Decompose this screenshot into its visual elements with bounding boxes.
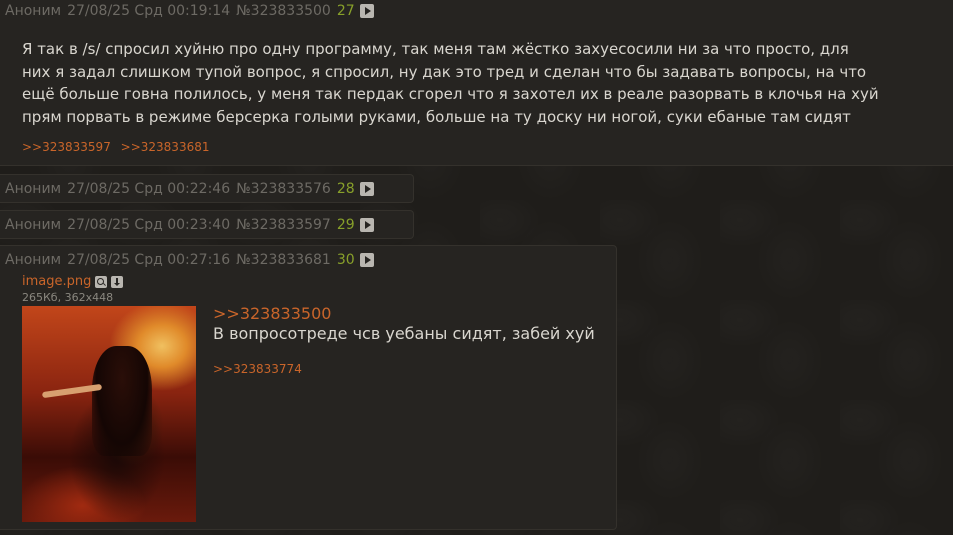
quote-link[interactable]: >>323833500 [213, 304, 331, 323]
download-icon[interactable] [111, 275, 124, 288]
post-message-line: прям порвать в режиме берсерка голыми ру… [22, 107, 851, 126]
file-name-link[interactable]: image.png [22, 274, 91, 289]
reply-link[interactable]: >>323833681 [121, 140, 210, 154]
post-order-number: 28 [336, 181, 355, 197]
post-author: Аноним [5, 181, 62, 197]
post-message-line: них я задал слишком тупой вопрос, я спро… [22, 62, 867, 81]
post-details: Аноним 27/08/25 Срд 00:22:46 №323833576 … [5, 181, 374, 197]
file-meta: 265Кб, 362x448 [22, 291, 114, 304]
post-323833576: Аноним 27/08/25 Срд 00:22:46 №323833576 … [0, 174, 414, 203]
post-date: 27/08/25 Срд 00:23:40 [67, 217, 231, 233]
play-icon[interactable] [359, 218, 374, 232]
image-search-icon[interactable] [95, 275, 108, 288]
post-number-link[interactable]: №323833597 [236, 217, 331, 233]
post-323833597: Аноним 27/08/25 Срд 00:23:40 №323833597 … [0, 210, 414, 239]
post-author: Аноним [5, 252, 62, 268]
post-details: Аноним 27/08/25 Срд 00:23:40 №323833597 … [5, 217, 374, 233]
post-number-link[interactable]: №323833500 [236, 3, 331, 19]
post-message-line: ещё больше говна полилось, у меня так пе… [22, 85, 879, 103]
post-image-thumbnail[interactable] [22, 306, 196, 522]
post-details: Аноним 27/08/25 Срд 00:19:14 №323833500 … [5, 3, 374, 19]
post-date: 27/08/25 Срд 00:27:16 [67, 252, 231, 268]
reply-link[interactable]: >>323833774 [213, 362, 302, 376]
post-date: 27/08/25 Срд 00:22:46 [67, 181, 231, 197]
play-icon[interactable] [359, 4, 374, 18]
post-details: Аноним 27/08/25 Срд 00:27:16 №323833681 … [5, 252, 374, 268]
post-order-number: 29 [336, 217, 355, 233]
post-author: Аноним [5, 3, 62, 19]
post-replies: >>323833774 [213, 362, 308, 376]
post-order-number: 30 [336, 252, 355, 268]
file-info: image.png [22, 274, 124, 289]
play-icon[interactable] [359, 182, 374, 196]
post-number-link[interactable]: №323833576 [236, 181, 331, 197]
play-icon[interactable] [359, 253, 374, 267]
post-message-line: Я так в /s/ спросил хуйню про одну прогр… [22, 40, 849, 58]
post-323833500: Аноним 27/08/25 Срд 00:19:14 №323833500 … [0, 0, 953, 166]
post-author: Аноним [5, 217, 62, 233]
post-date: 27/08/25 Срд 00:19:14 [67, 3, 231, 19]
post-message: В вопросотреде чсв уебаны сидят, забей х… [213, 324, 595, 343]
reply-link[interactable]: >>323833597 [22, 140, 111, 154]
post-replies: >>323833597 >>323833681 [22, 140, 215, 154]
post-number-link[interactable]: №323833681 [236, 252, 331, 268]
post-order-number: 27 [336, 3, 355, 19]
post-message: Я так в /s/ спросил хуйню про одну прогр… [22, 38, 879, 128]
